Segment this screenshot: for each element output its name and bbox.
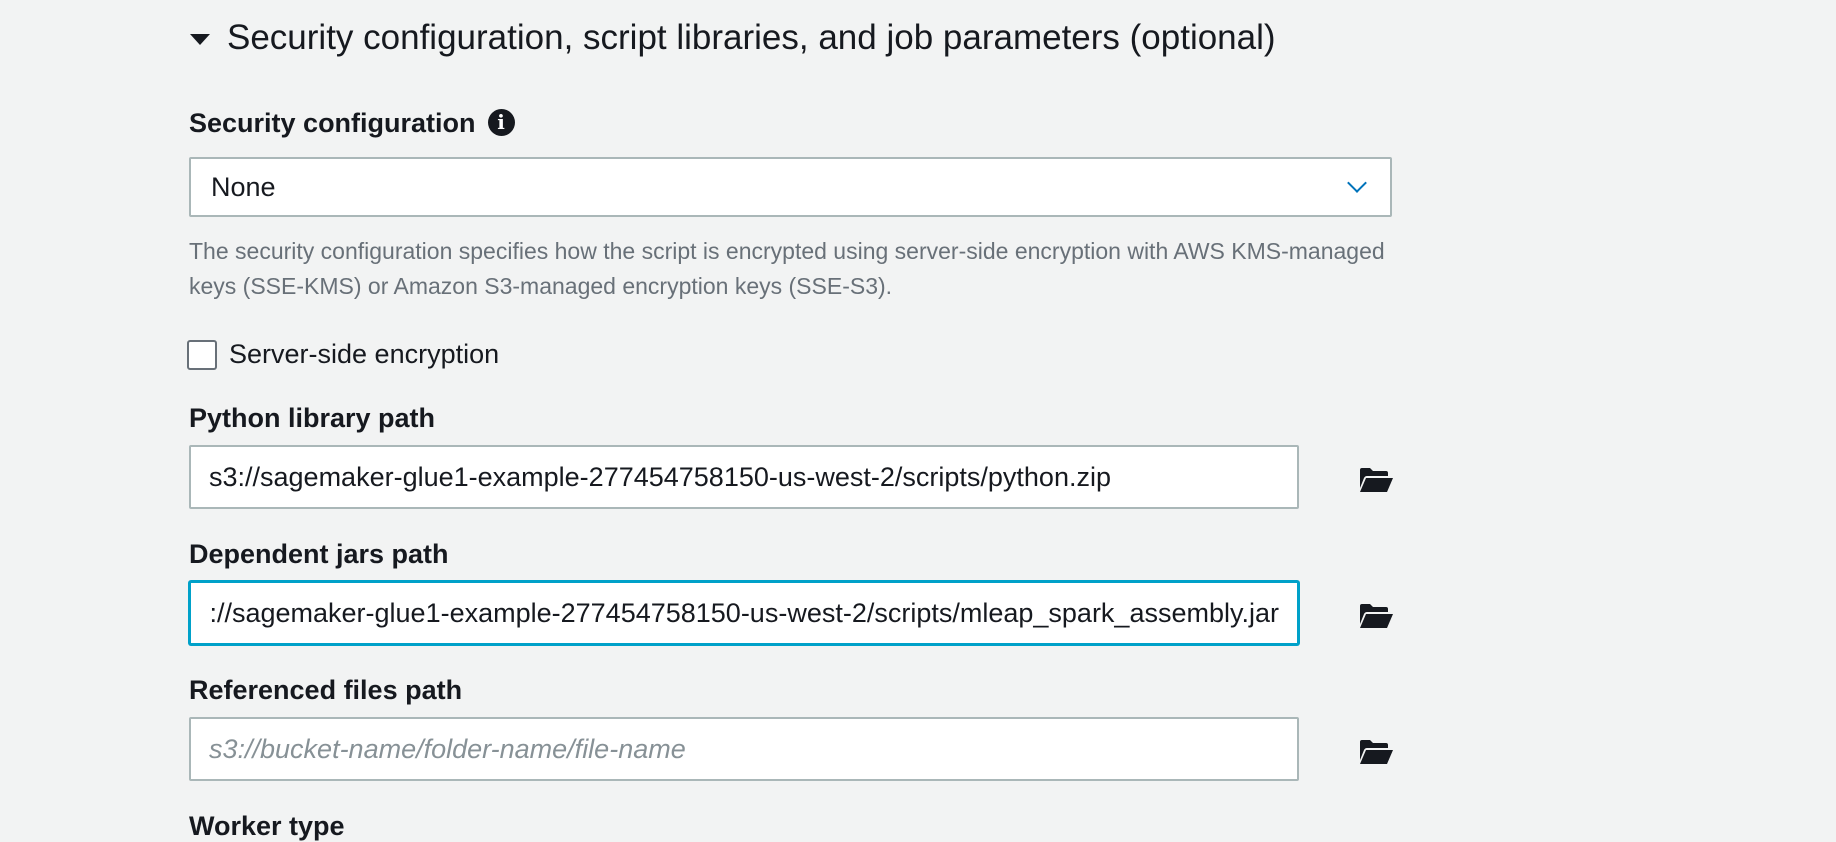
server-side-encryption-checkbox[interactable] (187, 339, 217, 370)
chevron-down-icon (1347, 173, 1367, 193)
security-configuration-select[interactable]: None (189, 157, 1392, 217)
folder-open-icon[interactable] (1358, 738, 1394, 766)
security-configuration-value: None (211, 171, 276, 202)
folder-open-icon[interactable] (1358, 602, 1394, 630)
info-icon[interactable]: i (487, 109, 515, 137)
caret-down-icon (190, 33, 210, 45)
python-library-path-label: Python library path (189, 403, 436, 433)
security-configuration-help-text: The security configuration specifies how… (189, 238, 1385, 299)
section-title: Security configuration, script libraries… (227, 18, 1276, 57)
referenced-files-path-label: Referenced files path (189, 675, 463, 705)
worker-type-label: Worker type (189, 811, 345, 841)
section-toggle[interactable]: Security configuration, script libraries… (190, 18, 1276, 58)
folder-open-icon[interactable] (1358, 466, 1394, 494)
dependent-jars-path-label: Dependent jars path (189, 539, 449, 569)
security-configuration-label: Security configuration i (189, 108, 515, 139)
server-side-encryption-label: Server-side encryption (229, 339, 500, 369)
referenced-files-path-input[interactable] (189, 717, 1299, 781)
server-side-encryption-row[interactable]: Server-side encryption (187, 339, 499, 370)
dependent-jars-path-input[interactable] (189, 581, 1299, 645)
python-library-path-input[interactable] (189, 445, 1299, 509)
security-configuration-label-text: Security configuration (189, 108, 476, 138)
